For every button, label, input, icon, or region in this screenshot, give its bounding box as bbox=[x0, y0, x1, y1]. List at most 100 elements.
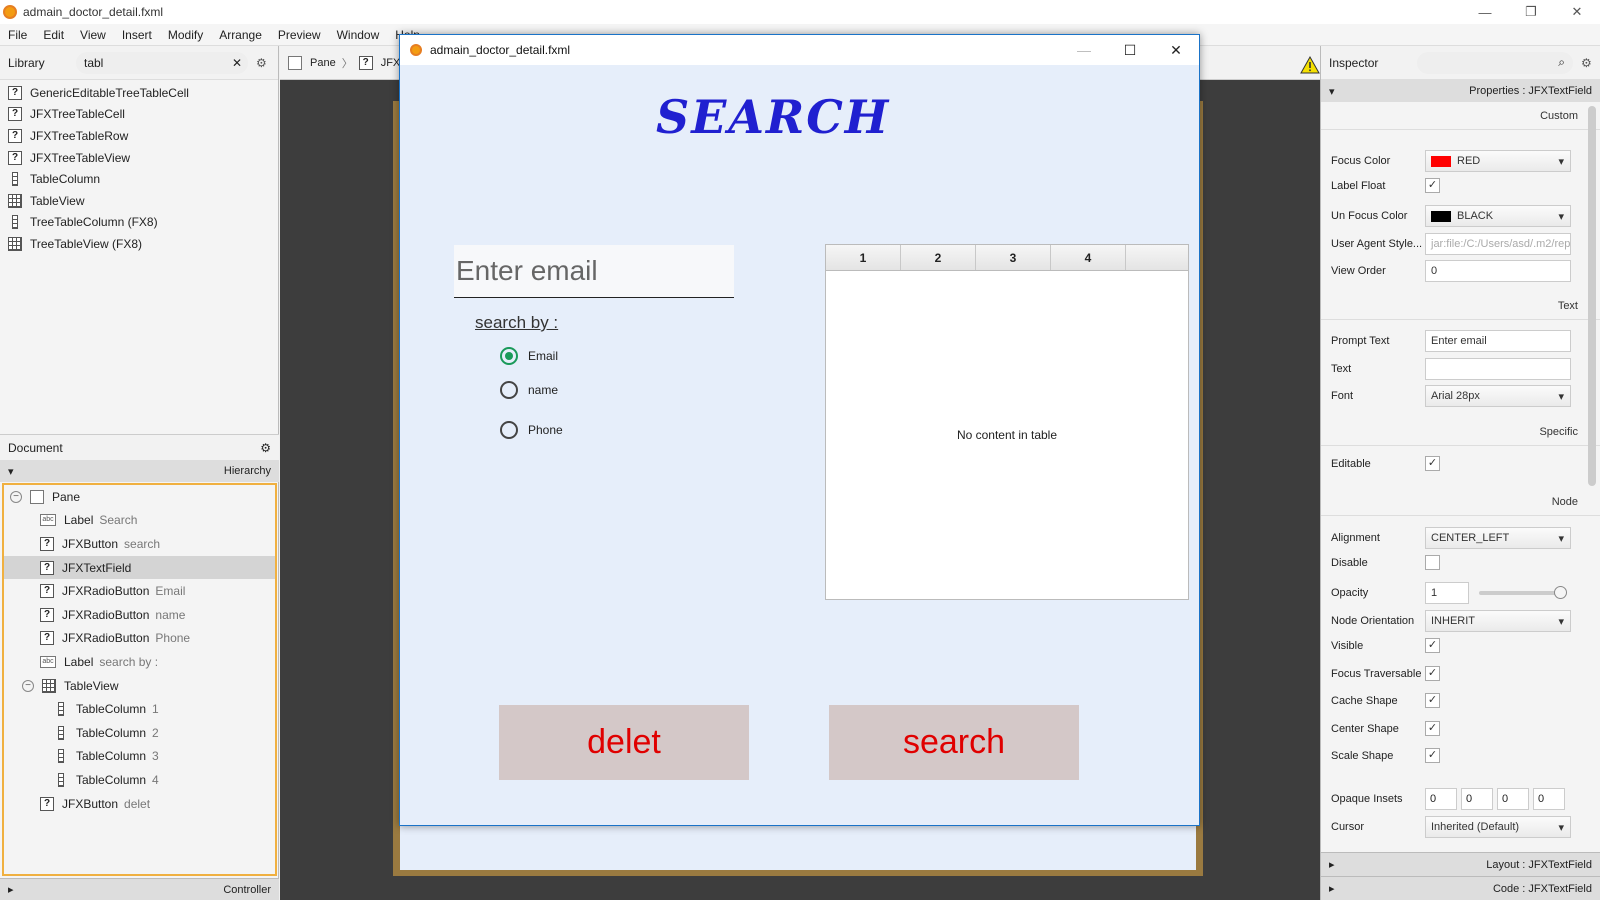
tree-item-pane[interactable]: − Pane bbox=[4, 485, 275, 509]
menu-preview[interactable]: Preview bbox=[270, 28, 329, 42]
results-table[interactable]: 1 2 3 4 No content in table bbox=[825, 244, 1189, 600]
column-header[interactable]: 2 bbox=[901, 245, 976, 270]
library-item[interactable]: ? JFXTreeTableRow bbox=[0, 125, 278, 147]
menu-file[interactable]: File bbox=[0, 28, 35, 42]
view-order-field[interactable]: 0 bbox=[1425, 260, 1571, 282]
inset-left-field[interactable]: 0 bbox=[1533, 788, 1565, 810]
breadcrumb-pane[interactable]: Pane bbox=[310, 57, 336, 69]
visible-checkbox[interactable]: ✓ bbox=[1425, 638, 1440, 653]
collapse-triangle-icon[interactable]: ▾ bbox=[1329, 85, 1335, 98]
menu-modify[interactable]: Modify bbox=[160, 28, 211, 42]
library-gear-icon[interactable]: ⚙ bbox=[256, 56, 267, 70]
delete-button[interactable]: delet bbox=[499, 705, 749, 780]
tree-item-tableview[interactable]: − TableView bbox=[4, 674, 275, 698]
editable-checkbox[interactable]: ✓ bbox=[1425, 456, 1440, 471]
tree-item[interactable]: TableColumn 4 bbox=[4, 768, 275, 792]
document-gear-icon[interactable]: ⚙ bbox=[260, 441, 271, 455]
tree-item[interactable]: TableColumn 1 bbox=[4, 697, 275, 721]
library-search-input[interactable]: tabl ✕ bbox=[76, 51, 248, 74]
restore-icon[interactable]: ❐ bbox=[1508, 0, 1554, 24]
alignment-select[interactable]: CENTER_LEFT ▾ bbox=[1425, 527, 1571, 549]
disable-checkbox[interactable] bbox=[1425, 555, 1440, 570]
inspector-scrollbar[interactable] bbox=[1588, 106, 1596, 486]
cursor-select[interactable]: Inherited (Default) ▾ bbox=[1425, 816, 1571, 838]
text-field[interactable] bbox=[1425, 358, 1571, 380]
warning-icon[interactable] bbox=[1300, 56, 1320, 74]
preview-title: admain_doctor_detail.fxml bbox=[430, 43, 571, 57]
hierarchy-tree: − Pane abc Label Search ? JFXButton search ? J… bbox=[2, 483, 277, 876]
inset-bottom-field[interactable]: 0 bbox=[1497, 788, 1529, 810]
minimize-icon[interactable]: — bbox=[1061, 35, 1107, 65]
user-agent-field[interactable]: jar:file:/C:/Users/asd/.m2/repo bbox=[1425, 233, 1571, 255]
question-icon: ? bbox=[40, 536, 54, 551]
layout-section-header[interactable]: ▸ Layout : JFXTextField bbox=[1321, 852, 1600, 876]
menu-view[interactable]: View bbox=[72, 28, 114, 42]
inspector-search-input[interactable]: ⌕ bbox=[1417, 51, 1573, 74]
slider-thumb[interactable] bbox=[1554, 586, 1567, 599]
expand-triangle-icon[interactable]: ▸ bbox=[1329, 882, 1335, 895]
library-item[interactable]: TableColumn bbox=[0, 168, 278, 190]
menu-arrange[interactable]: Arrange bbox=[211, 28, 270, 42]
tree-item-selected[interactable]: ? JFXTextField bbox=[4, 555, 275, 580]
center-shape-checkbox[interactable]: ✓ bbox=[1425, 721, 1440, 736]
column-header[interactable]: 1 bbox=[826, 245, 901, 270]
tree-item[interactable]: ? JFXRadioButton name bbox=[4, 603, 275, 627]
collapse-icon[interactable]: − bbox=[10, 490, 22, 503]
tree-item[interactable]: TableColumn 3 bbox=[4, 745, 275, 769]
question-icon: ? bbox=[40, 631, 54, 646]
maximize-icon[interactable]: ☐ bbox=[1107, 35, 1153, 65]
expand-triangle-icon[interactable]: ▸ bbox=[1329, 858, 1335, 871]
collapse-icon[interactable]: − bbox=[22, 679, 34, 692]
expand-triangle-icon[interactable]: ▸ bbox=[8, 883, 14, 896]
column-header[interactable]: 3 bbox=[976, 245, 1051, 270]
library-item[interactable]: ? JFXTreeTableView bbox=[0, 147, 278, 169]
tree-item[interactable]: abc Label Search bbox=[4, 509, 275, 533]
code-section-header[interactable]: ▸ Code : JFXTextField bbox=[1321, 876, 1600, 900]
prop-label: Label Float bbox=[1331, 179, 1386, 192]
tree-item[interactable]: ? JFXButton delet bbox=[4, 792, 275, 816]
library-item[interactable]: TreeTableView (FX8) bbox=[0, 233, 278, 255]
tree-item[interactable]: TableColumn 2 bbox=[4, 721, 275, 745]
radio-name[interactable]: name bbox=[500, 381, 558, 399]
node-orientation-select[interactable]: INHERIT ▾ bbox=[1425, 610, 1571, 632]
opacity-slider[interactable] bbox=[1479, 586, 1567, 599]
design-canvas-pane[interactable] bbox=[400, 826, 1196, 870]
close-icon[interactable]: ✕ bbox=[1554, 0, 1600, 24]
prompt-text-field[interactable]: Enter email bbox=[1425, 330, 1571, 352]
hierarchy-header[interactable]: ▾ Hierarchy bbox=[0, 460, 279, 482]
controller-bar[interactable]: ▸ Controller bbox=[0, 878, 279, 900]
minimize-icon[interactable]: — bbox=[1462, 0, 1508, 24]
menu-window[interactable]: Window bbox=[329, 28, 388, 42]
library-item[interactable]: TreeTableColumn (FX8) bbox=[0, 212, 278, 234]
tree-item[interactable]: ? JFXRadioButton Phone bbox=[4, 627, 275, 651]
tree-item[interactable]: ? JFXButton search bbox=[4, 532, 275, 556]
email-input[interactable]: Enter email bbox=[454, 245, 734, 298]
label-float-checkbox[interactable]: ✓ bbox=[1425, 178, 1440, 193]
radio-phone[interactable]: Phone bbox=[500, 421, 563, 439]
inset-right-field[interactable]: 0 bbox=[1461, 788, 1493, 810]
clear-search-icon[interactable]: ✕ bbox=[232, 56, 242, 70]
focus-traversable-checkbox[interactable]: ✓ bbox=[1425, 666, 1440, 681]
inset-top-field[interactable]: 0 bbox=[1425, 788, 1457, 810]
cache-shape-checkbox[interactable]: ✓ bbox=[1425, 693, 1440, 708]
tree-item[interactable]: abc Label search by : bbox=[4, 650, 275, 674]
menu-insert[interactable]: Insert bbox=[114, 28, 160, 42]
radio-email[interactable]: Email bbox=[500, 347, 558, 365]
library-item[interactable]: ? GenericEditableTreeTableCell bbox=[0, 82, 278, 104]
inspector-gear-icon[interactable]: ⚙ bbox=[1581, 56, 1592, 70]
font-picker[interactable]: Arial 28px ▾ bbox=[1425, 385, 1571, 407]
library-item[interactable]: ? JFXTreeTableCell bbox=[0, 104, 278, 126]
library-item[interactable]: TableView bbox=[0, 190, 278, 212]
collapse-triangle-icon[interactable]: ▾ bbox=[8, 465, 14, 478]
properties-header[interactable]: ▾ Properties : JFXTextField bbox=[1321, 80, 1600, 102]
column-icon bbox=[54, 772, 68, 787]
opacity-field[interactable]: 1 bbox=[1425, 582, 1469, 604]
scale-shape-checkbox[interactable]: ✓ bbox=[1425, 748, 1440, 763]
unfocus-color-picker[interactable]: BLACK ▾ bbox=[1425, 205, 1571, 227]
menu-edit[interactable]: Edit bbox=[35, 28, 72, 42]
column-header[interactable]: 4 bbox=[1051, 245, 1126, 270]
close-icon[interactable]: ✕ bbox=[1153, 35, 1199, 65]
tree-item[interactable]: ? JFXRadioButton Email bbox=[4, 579, 275, 603]
focus-color-picker[interactable]: RED ▾ bbox=[1425, 150, 1571, 172]
search-button[interactable]: search bbox=[829, 705, 1079, 780]
